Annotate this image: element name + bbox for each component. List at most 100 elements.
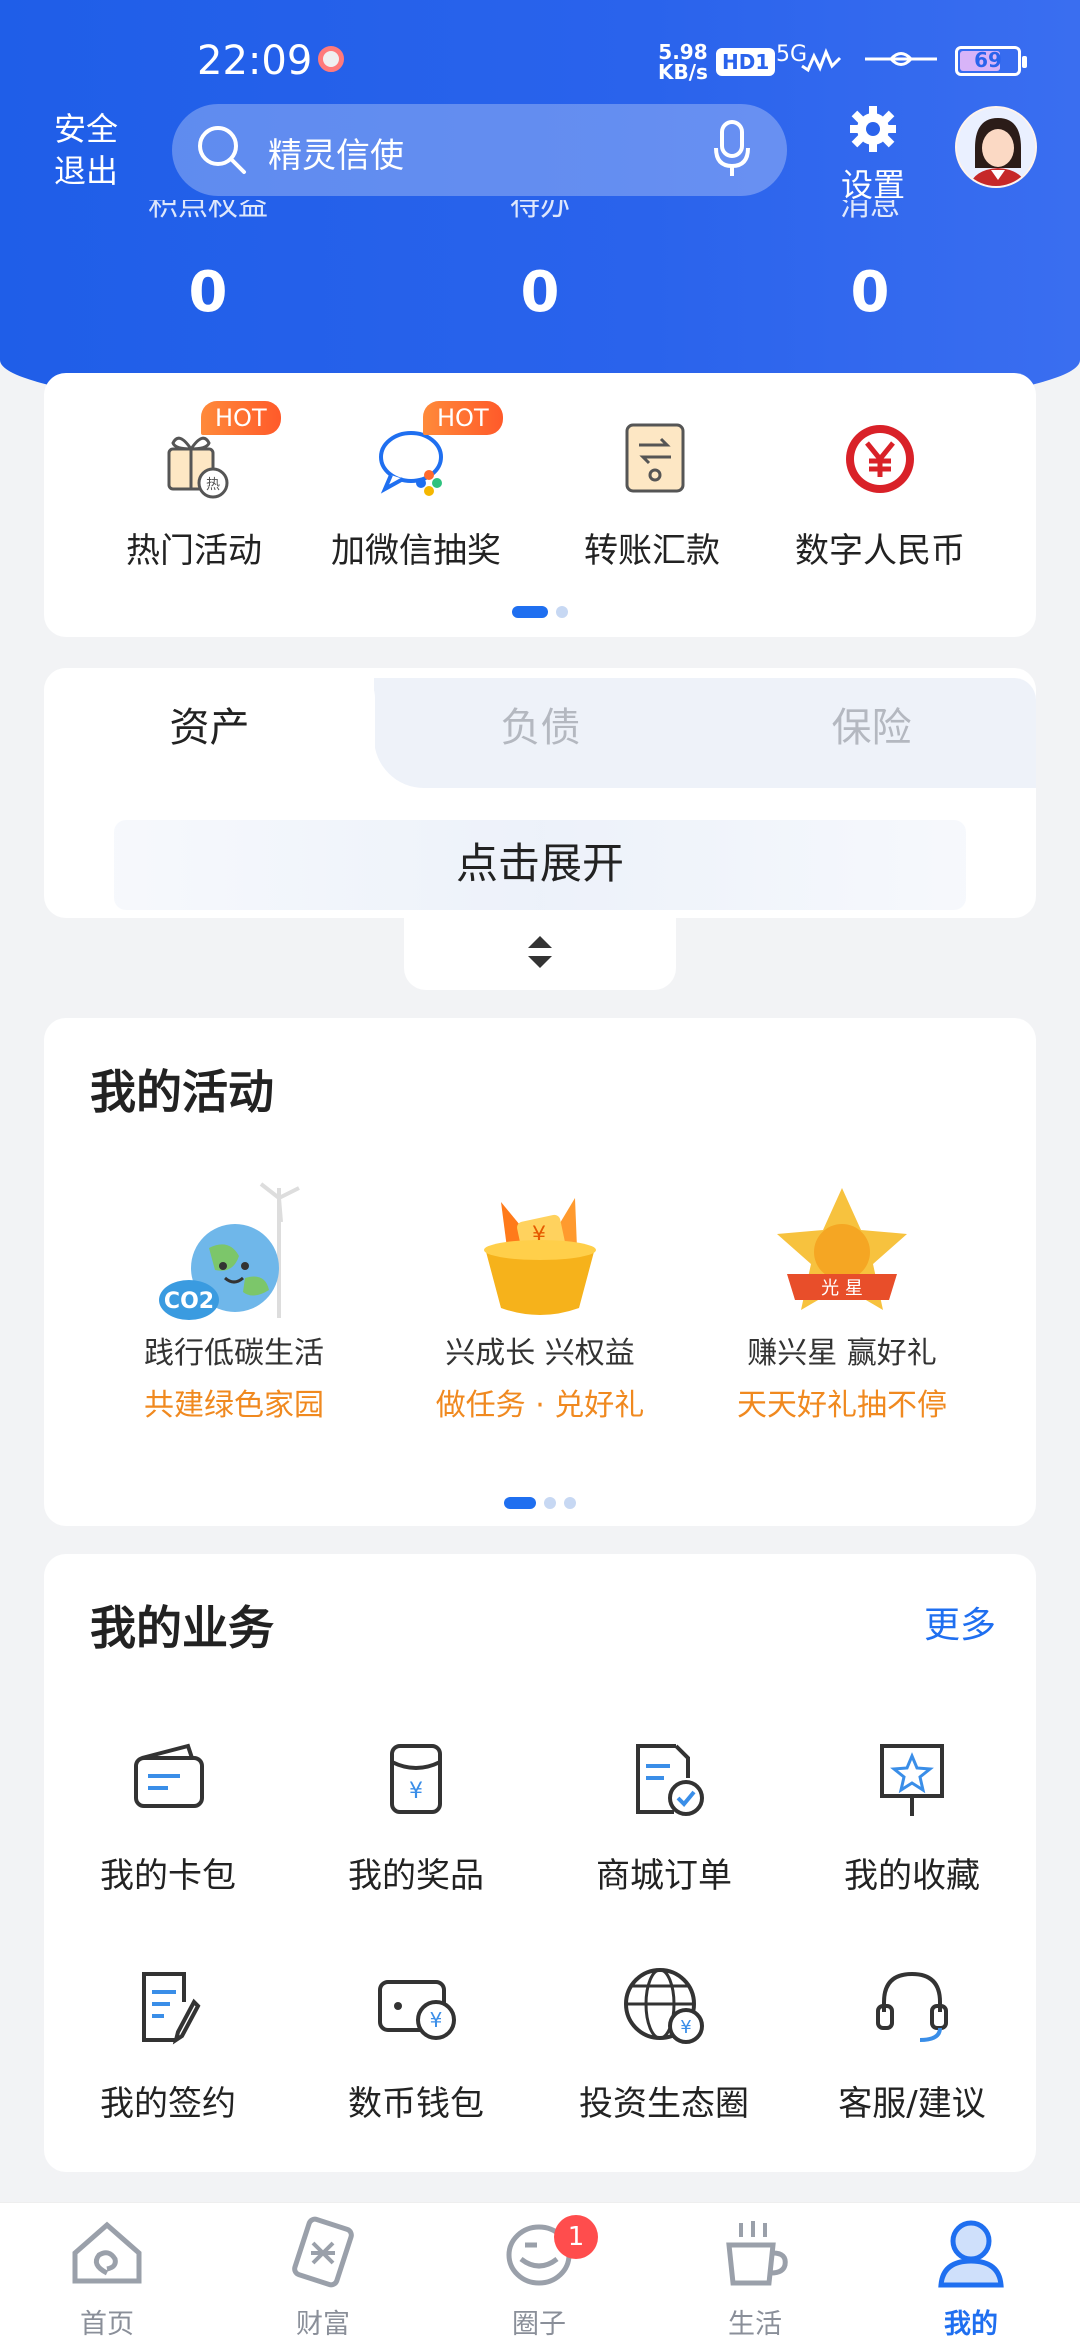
net-speed-unit: KB/s xyxy=(658,60,708,84)
wifi-icon xyxy=(865,52,937,66)
assets-card: 资产 负债 保险 点击展开 xyxy=(44,668,1036,918)
earth-co2-icon: CO2 xyxy=(159,1182,300,1320)
transfer-icon xyxy=(625,423,685,493)
expand-button[interactable]: 点击展开 xyxy=(44,830,1036,891)
pager-dot xyxy=(556,605,568,618)
biz-card-wallet[interactable]: 我的卡包 xyxy=(48,1734,288,1897)
pager-dot xyxy=(544,1496,556,1509)
quick-hot-activities[interactable]: 热 HOT 热门活动 xyxy=(84,401,304,572)
activities-title: 我的活动 xyxy=(90,1065,274,1119)
battery-icon: 69 xyxy=(955,46,1027,76)
business-title: 我的业务 xyxy=(90,1601,274,1655)
tab-insurance[interactable]: 保险 xyxy=(706,668,1036,788)
status-bar: 22:09 5.98 KB/s HD1 5G 69 xyxy=(0,0,1080,110)
coin-wallet-icon: ¥ xyxy=(378,1980,456,2040)
activity-earn-stars[interactable]: 光 星 赚兴星 赢好礼 天天好礼抽不停 xyxy=(692,1178,992,1424)
expand-toggle-handle[interactable] xyxy=(404,918,676,990)
favorite-icon xyxy=(880,1744,944,1816)
biz-coin-wallet[interactable]: ¥ 数币钱包 xyxy=(296,1962,536,2125)
biz-customer-service[interactable]: 客服/建议 xyxy=(792,1962,1032,2125)
tab-home[interactable]: 首页 xyxy=(32,2215,182,2340)
stat-title: 积点权益 xyxy=(148,200,268,223)
pager-dot xyxy=(512,605,548,618)
stat-title: 消息 xyxy=(840,200,900,223)
activity-low-carbon[interactable]: CO2 践行低碳生活 共建绿色家园 xyxy=(84,1178,384,1424)
svg-text:光 星: 光 星 xyxy=(821,1278,863,1299)
microphone-icon[interactable] xyxy=(712,120,752,180)
contract-icon xyxy=(142,1972,201,2045)
quick-pager xyxy=(44,601,1036,620)
quick-wechat-lottery[interactable]: HOT 加微信抽奖 xyxy=(306,401,526,572)
biz-label: 数币钱包 xyxy=(348,2084,484,2124)
wealth-icon xyxy=(292,2216,354,2288)
biz-label: 我的卡包 xyxy=(100,1856,236,1896)
notification-app-icon xyxy=(318,46,344,72)
svg-text:¥: ¥ xyxy=(409,1779,423,1804)
quick-label: 转账汇款 xyxy=(584,531,720,571)
tab-life[interactable]: 生活 xyxy=(680,2215,830,2340)
tab-label: 生活 xyxy=(728,2309,782,2340)
order-icon xyxy=(636,1744,704,1816)
quick-digital-rmb[interactable]: 数字人民币 xyxy=(770,413,990,572)
prize-icon: ¥ xyxy=(390,1744,442,1814)
my-business-card: 我的业务 更多 我的卡包 ¥ 我的奖品 商城订单 我的收藏 我的签约 ¥ 数币钱… xyxy=(44,1554,1036,2172)
sort-toggle-icon xyxy=(528,936,552,968)
top-bar: 安全 退出 精灵信使 设置 xyxy=(0,100,1080,210)
tab-wealth[interactable]: 财富 xyxy=(248,2215,398,2340)
biz-label: 我的收藏 xyxy=(844,1856,980,1896)
tab-liabilities[interactable]: 负债 xyxy=(375,668,706,788)
stat-value: 0 xyxy=(850,260,890,325)
activity-title: 兴成长 兴权益 xyxy=(445,1336,635,1371)
tab-circle[interactable]: 1 圈子 xyxy=(464,2215,614,2340)
tab-mine[interactable]: 我的 xyxy=(896,2215,1046,2340)
activities-pager xyxy=(44,1492,1036,1511)
notification-badge: 1 xyxy=(554,2215,598,2259)
star-badge-icon: 光 星 xyxy=(777,1188,907,1310)
biz-label: 我的签约 xyxy=(100,2084,236,2124)
headset-icon xyxy=(876,1971,948,2042)
status-time: 22:09 xyxy=(197,38,313,84)
biz-contracts[interactable]: 我的签约 xyxy=(48,1962,288,2125)
signal-strength-icon xyxy=(801,48,842,73)
svg-text:CO2: CO2 xyxy=(164,1289,214,1314)
activity-grow-rights[interactable]: ¥ 兴成长 兴权益 做任务 · 兑好礼 xyxy=(390,1178,690,1424)
activity-title: 践行低碳生活 xyxy=(144,1336,324,1371)
quick-actions-card: 热 HOT 热门活动 HOT 加微信抽奖 转账汇款 数字人民币 xyxy=(44,373,1036,637)
biz-mall-orders[interactable]: 商城订单 xyxy=(544,1734,784,1897)
more-link[interactable]: 更多 xyxy=(924,1596,996,1648)
svg-text:¥: ¥ xyxy=(680,2017,691,2038)
globe-invest-icon: ¥ xyxy=(624,1968,704,2044)
safe-logout-button[interactable]: 安全 退出 xyxy=(54,108,134,192)
hot-badge: HOT xyxy=(201,401,281,435)
stat-todo[interactable]: 待办 0 xyxy=(420,200,660,325)
biz-label: 客服/建议 xyxy=(838,2084,986,2124)
svg-text:¥: ¥ xyxy=(430,2008,443,2032)
tab-assets[interactable]: 资产 xyxy=(44,668,375,788)
biz-invest-ecosystem[interactable]: ¥ 投资生态圈 xyxy=(544,1962,784,2125)
tab-label: 圈子 xyxy=(512,2309,566,2340)
profile-icon xyxy=(938,2220,1004,2288)
activity-art: CO2 xyxy=(149,1178,319,1328)
search-bar[interactable]: 精灵信使 xyxy=(172,104,787,196)
stat-value: 0 xyxy=(520,260,560,325)
biz-label: 投资生态圈 xyxy=(579,2084,749,2124)
tab-label: 财富 xyxy=(296,2309,350,2340)
stat-messages[interactable]: 消息 0 xyxy=(750,200,990,325)
network-speed: 5.98 KB/s xyxy=(658,42,708,82)
settings-button[interactable]: 设置 xyxy=(838,104,908,206)
quick-icon-wrap xyxy=(597,413,707,503)
quick-transfer[interactable]: 转账汇款 xyxy=(542,413,762,572)
biz-label: 商城订单 xyxy=(596,1856,732,1896)
activity-title: 赚兴星 赢好礼 xyxy=(747,1336,937,1371)
stat-points[interactable]: 积点权益 0 xyxy=(88,200,328,325)
biz-prizes[interactable]: ¥ 我的奖品 xyxy=(296,1734,536,1897)
tab-label: 我的 xyxy=(944,2309,998,2340)
coffee-icon xyxy=(726,2221,788,2286)
gear-icon xyxy=(850,106,896,152)
biz-favorites[interactable]: 我的收藏 xyxy=(792,1734,1032,1897)
activity-art: ¥ xyxy=(455,1178,625,1328)
avatar-image xyxy=(957,108,1035,186)
gift-box-icon: ¥ xyxy=(484,1198,596,1315)
avatar[interactable] xyxy=(955,106,1037,188)
pager-dot xyxy=(564,1496,576,1509)
